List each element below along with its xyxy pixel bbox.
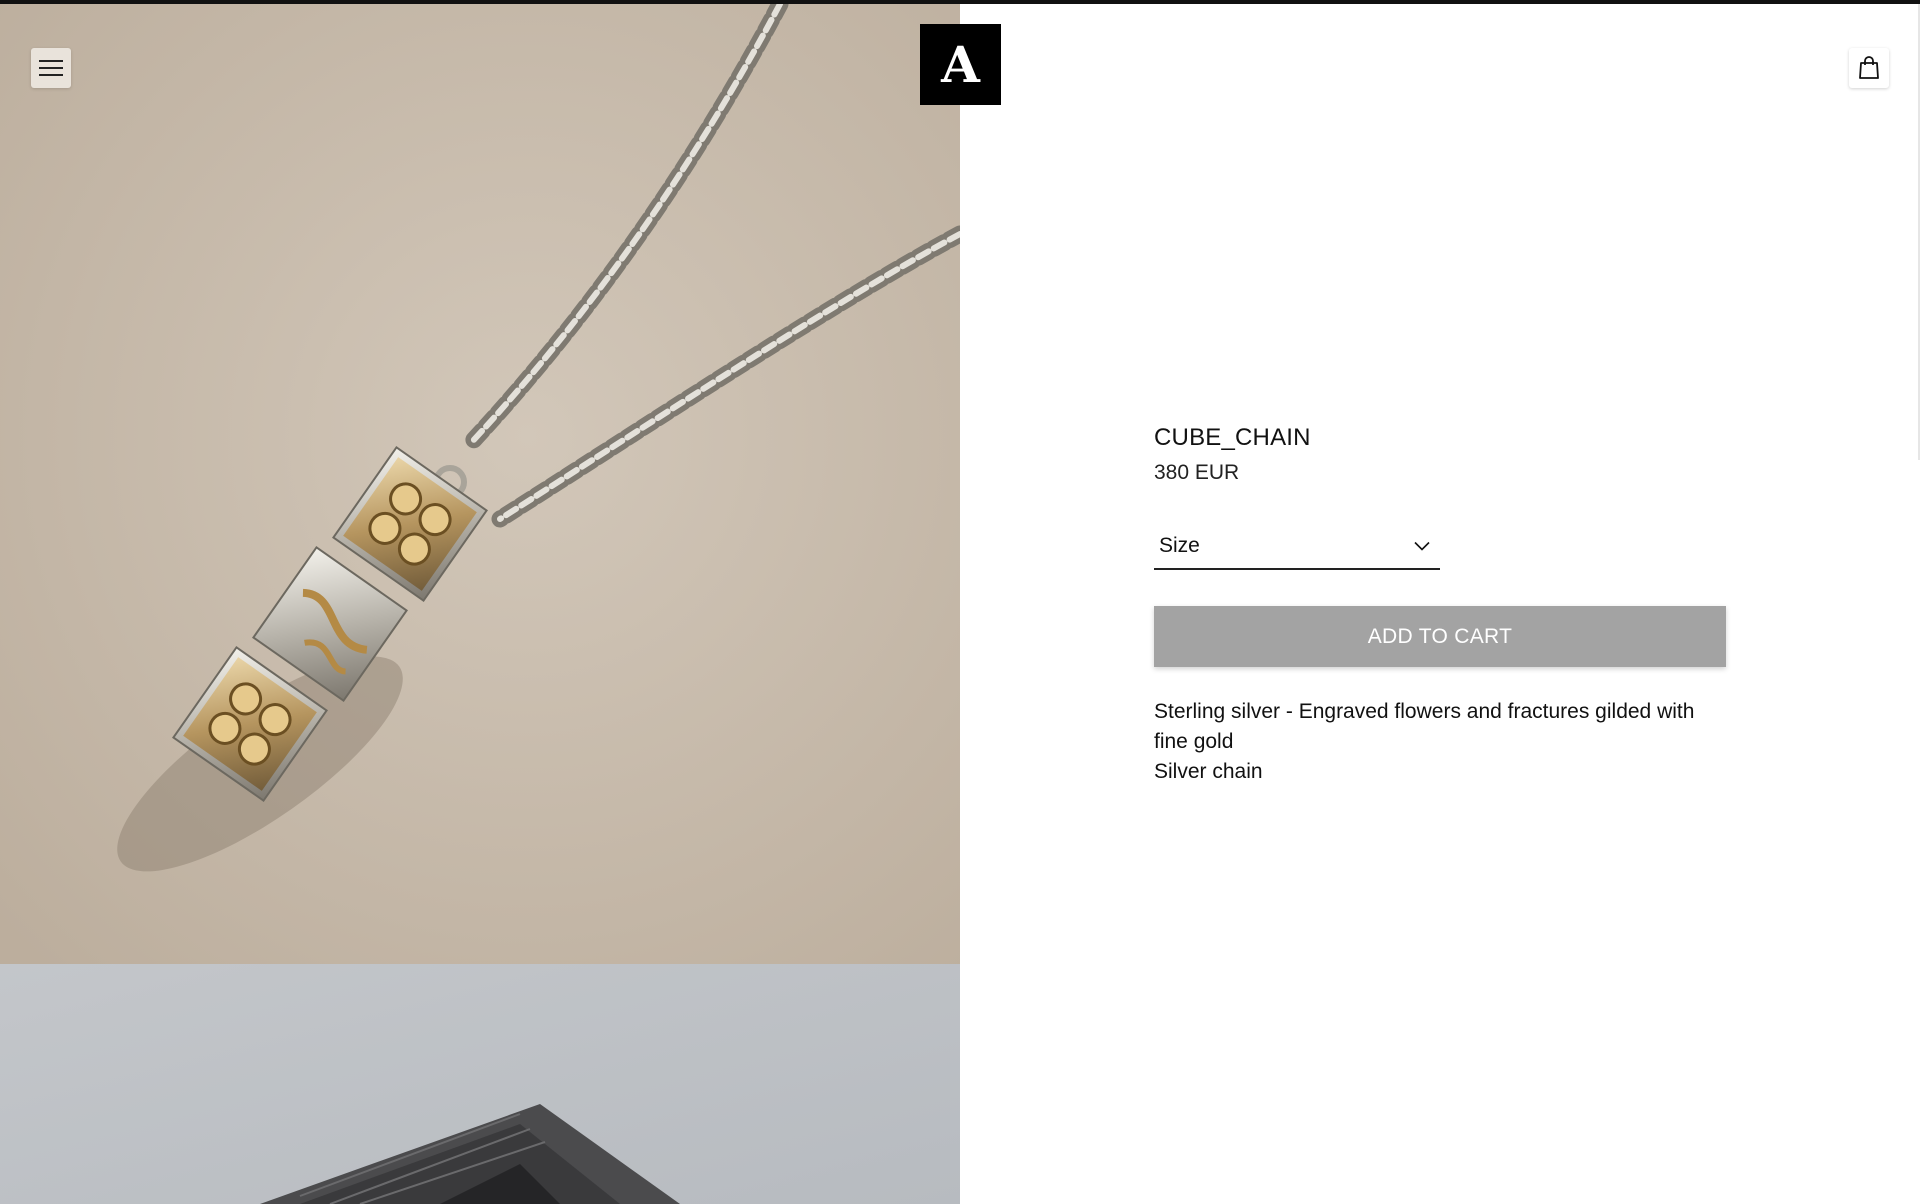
product-title: CUBE_CHAIN <box>1154 424 1311 451</box>
size-select[interactable]: Size <box>1154 524 1440 570</box>
add-to-cart-button[interactable]: ADD TO CART <box>1154 606 1726 667</box>
product-photo-necklace[interactable] <box>0 4 960 964</box>
logo-letter: A <box>941 34 980 94</box>
hamburger-menu-icon <box>39 60 63 76</box>
product-description: Sterling silver - Engraved flowers and f… <box>1154 697 1726 787</box>
shopping-bag-icon <box>1859 56 1879 79</box>
product-info: CUBE_CHAIN 380 EUR Size ADD TO CART Ster… <box>1154 420 1726 787</box>
size-select-label: Size <box>1159 534 1200 557</box>
product-price: 380 EUR <box>1154 461 1240 484</box>
cart-button[interactable] <box>1849 48 1889 88</box>
product-gallery[interactable] <box>0 4 960 1204</box>
chevron-down-icon <box>1414 541 1430 551</box>
top-border <box>0 0 1920 4</box>
menu-button[interactable] <box>31 48 71 88</box>
description-line: Sterling silver - Engraved flowers and f… <box>1154 700 1695 753</box>
brand-logo[interactable]: A <box>920 24 1001 105</box>
description-line: Silver chain <box>1154 760 1263 783</box>
product-photo-box[interactable] <box>0 964 960 1204</box>
